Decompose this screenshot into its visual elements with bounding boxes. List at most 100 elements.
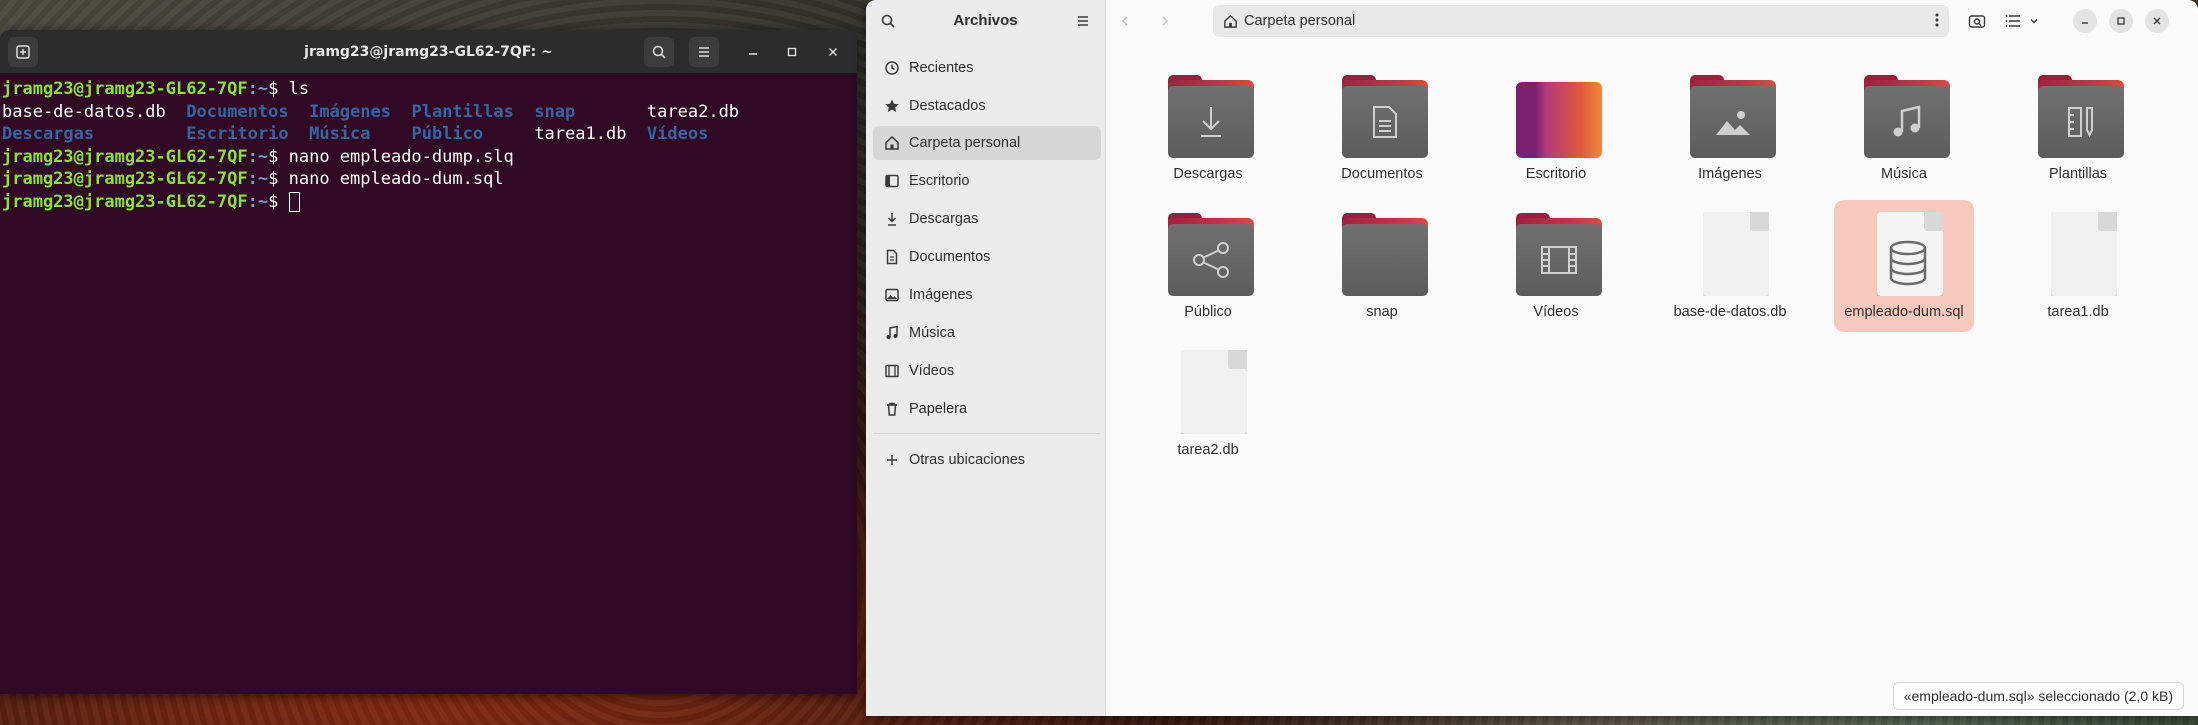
file-label: empleado-dum.sql — [1844, 304, 1964, 320]
file-label: Vídeos — [1533, 304, 1579, 320]
sidebar-item-label: Imágenes — [909, 287, 973, 303]
file-label: Imágenes — [1698, 166, 1762, 182]
file-label: base-de-datos.db — [1673, 304, 1787, 320]
sidebar-divider — [874, 433, 1100, 434]
maximize-icon — [787, 47, 797, 57]
folder-publico[interactable]: Público — [1138, 210, 1278, 320]
file-label: Plantillas — [2048, 166, 2108, 182]
folder-musica[interactable]: Música — [1834, 72, 1974, 182]
plus-icon — [887, 455, 897, 465]
file-base-de-datos[interactable]: base-de-datos.db — [1660, 210, 1800, 320]
terminal-line: jramg23@jramg23-GL62-7QF:~$ — [2, 191, 855, 214]
sidebar-item-label: Documentos — [909, 249, 991, 265]
app-title: Archivos — [953, 12, 1018, 29]
template-icon — [2068, 107, 2093, 138]
star-icon — [885, 99, 899, 112]
terminal-window[interactable]: jramg23@jramg23-GL62-7QF: ~ jramg23@jram… — [0, 30, 857, 694]
file-label: Documentos — [1341, 166, 1423, 182]
search-in-folder-button[interactable] — [1962, 6, 1992, 36]
terminal-maximize-button[interactable] — [777, 37, 807, 67]
folder-imagenes[interactable]: Imágenes — [1660, 72, 1800, 182]
forward-button[interactable] — [1150, 6, 1180, 36]
maximize-icon — [2117, 17, 2125, 25]
search-folder-icon — [1968, 15, 1986, 28]
clock-icon — [885, 61, 899, 75]
file-empleado-dum-selected[interactable]: empleado-dum.sql — [1834, 200, 1974, 332]
terminal-close-button[interactable] — [818, 37, 848, 67]
close-icon — [2153, 17, 2161, 25]
sidebar-item-label: Otras ubicaciones — [909, 452, 1026, 468]
selection-status: «empleado-dum.sql» seleccionado (2,0 kB) — [1892, 682, 2184, 710]
folder-videos[interactable]: Vídeos — [1486, 210, 1626, 320]
folder-icon — [1342, 224, 1428, 296]
sidebar-item-videos[interactable]: Vídeos — [873, 354, 1101, 388]
file-label: tarea1.db — [2047, 304, 2109, 320]
folder-plantillas[interactable]: Plantillas — [2008, 72, 2148, 182]
sidebar-item-label: Descargas — [909, 211, 979, 227]
folder-escritorio[interactable]: Escritorio — [1486, 72, 1626, 182]
sidebar-item-label: Carpeta personal — [909, 135, 1021, 151]
sidebar-item-imagenes[interactable]: Imágenes — [873, 278, 1101, 312]
download-icon — [887, 213, 897, 226]
close-button[interactable] — [2145, 9, 2169, 33]
view-options-button[interactable] — [1998, 6, 2046, 36]
sidebar-item-papelera[interactable]: Papelera — [873, 392, 1101, 426]
trash-icon — [887, 402, 897, 416]
file-tarea1[interactable]: tarea1.db — [2008, 210, 2148, 320]
desktop-folder-icon — [1516, 82, 1602, 158]
search-icon — [652, 45, 666, 59]
back-button[interactable] — [1110, 6, 1140, 36]
sidebar-item-documentos[interactable]: Documentos — [873, 240, 1101, 274]
sidebar-item-destacados[interactable]: Destacados — [873, 89, 1101, 123]
sidebar-item-label: Destacados — [909, 98, 986, 114]
folder-documentos[interactable]: Documentos — [1312, 72, 1452, 182]
folder-descargas[interactable]: Descargas — [1138, 72, 1278, 182]
sidebar-item-descargas[interactable]: Descargas — [873, 202, 1101, 236]
path-menu-button[interactable] — [1935, 13, 1939, 31]
share-icon — [1193, 242, 1229, 278]
main-menu-button[interactable] — [1076, 14, 1090, 33]
path-label: Carpeta personal — [1244, 13, 1356, 29]
database-icon — [1889, 240, 1927, 286]
close-icon — [828, 47, 838, 57]
terminal-menu-button[interactable] — [689, 37, 719, 67]
sidebar-item-label: Vídeos — [909, 363, 955, 379]
terminal-minimize-button[interactable] — [738, 37, 768, 67]
document-icon — [1373, 106, 1397, 138]
minimize-icon — [2082, 22, 2088, 24]
terminal-line: jramg23@jramg23-GL62-7QF:~$ ls — [2, 79, 310, 99]
main-content: Carpeta personal Descargas Documentos Es… — [1106, 0, 2198, 716]
sidebar-item-musica[interactable]: Música — [873, 316, 1101, 350]
terminal-search-button[interactable] — [644, 37, 674, 67]
maximize-button[interactable] — [2109, 9, 2133, 33]
folder-snap[interactable]: snap — [1312, 210, 1452, 320]
file-label: Música — [1881, 166, 1927, 182]
desktop-icon — [885, 174, 899, 188]
home-icon — [885, 135, 899, 150]
files-window[interactable]: Archivos Recientes Destacados Carpeta pe… — [866, 0, 2198, 716]
ls-output-row: base-de-datos.db Documentos Imágenes Pla… — [2, 101, 740, 122]
file-label: Escritorio — [1525, 166, 1587, 182]
terminal-cursor — [288, 191, 300, 212]
sidebar-item-label: Música — [909, 325, 955, 341]
chevron-left-icon — [1121, 16, 1128, 26]
minimize-button[interactable] — [2073, 9, 2097, 33]
hamburger-icon — [699, 47, 709, 57]
chevron-down-icon — [2030, 18, 2038, 24]
file-label: Descargas — [1173, 166, 1243, 182]
kebab-menu-icon — [1935, 13, 1939, 27]
path-bar[interactable]: Carpeta personal — [1213, 5, 1949, 37]
terminal-output[interactable]: jramg23@jramg23-GL62-7QF:~$ ls base-de-da… — [0, 74, 857, 217]
file-tarea2[interactable]: tarea2.db — [1138, 348, 1278, 458]
sidebar: Archivos Recientes Destacados Carpeta pe… — [866, 0, 1106, 716]
sidebar-item-recientes[interactable]: Recientes — [873, 51, 1101, 85]
home-icon — [1224, 14, 1237, 28]
sidebar-item-carpeta-personal[interactable]: Carpeta personal — [873, 126, 1101, 160]
sidebar-item-label: Escritorio — [909, 173, 970, 189]
download-icon — [1201, 107, 1221, 137]
list-view-icon — [2005, 15, 2020, 27]
sidebar-item-escritorio[interactable]: Escritorio — [873, 164, 1101, 198]
sidebar-item-otras-ubicaciones[interactable]: Otras ubicaciones — [873, 443, 1101, 477]
music-icon — [1893, 105, 1921, 137]
video-icon — [885, 364, 899, 378]
